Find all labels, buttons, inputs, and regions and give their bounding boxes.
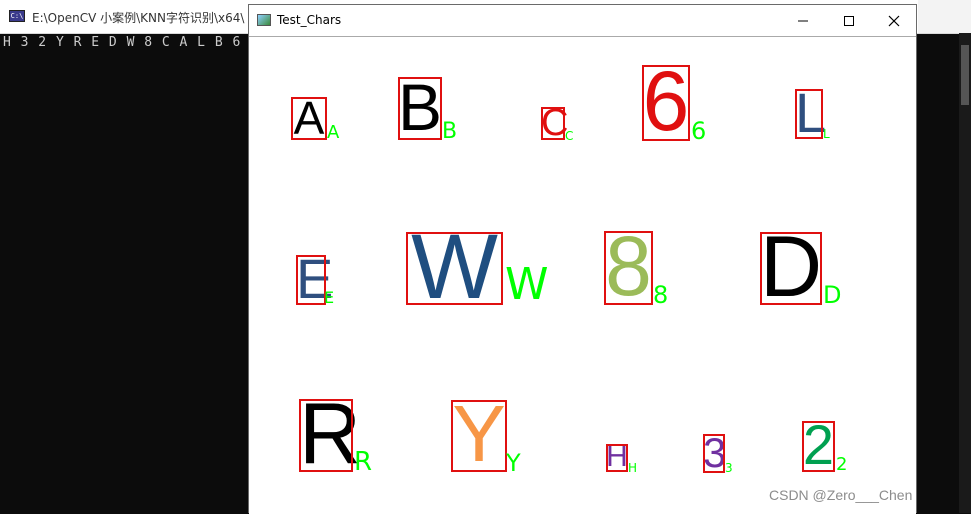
char-label-3: 3 <box>725 461 733 475</box>
scrollbar-thumb[interactable] <box>961 45 969 105</box>
background-window-strip <box>918 0 971 33</box>
maximize-button[interactable] <box>826 5 872 36</box>
char-box-C <box>541 107 565 140</box>
char-box-Y <box>451 400 507 472</box>
char-box-B <box>398 77 442 140</box>
char-box-A <box>291 97 327 140</box>
window-titlebar[interactable]: Test_Chars <box>249 5 916 37</box>
char-label-2: 2 <box>836 454 848 475</box>
char-label-B: B <box>442 119 458 144</box>
window-title: Test_Chars <box>277 13 342 27</box>
char-box-L <box>795 89 823 139</box>
char-box-W <box>406 232 503 305</box>
close-button[interactable] <box>871 5 917 36</box>
char-label-E: E <box>324 288 335 307</box>
char-box-3 <box>703 434 725 473</box>
char-label-L: L <box>823 127 830 141</box>
char-box-E <box>296 255 326 305</box>
char-label-W: W <box>505 259 549 310</box>
char-box-8 <box>604 231 653 305</box>
char-label-R: R <box>354 447 373 477</box>
console-app-icon: C:\ <box>9 10 25 22</box>
minimize-icon <box>798 20 808 21</box>
console-output: H 3 2 Y R E D W 8 C A L B 6 <box>3 35 242 50</box>
char-label-D: D <box>823 281 842 309</box>
char-label-8: 8 <box>653 281 669 309</box>
console-title: E:\OpenCV 小案例\KNN字符识别\x64\ <box>32 11 245 25</box>
char-label-H: H <box>628 461 638 475</box>
left-strip <box>0 200 4 513</box>
char-label-6: 6 <box>691 117 707 145</box>
char-label-C: C <box>565 129 574 143</box>
char-label-Y: Y <box>506 449 521 477</box>
char-box-H <box>606 444 628 472</box>
char-label-A: A <box>327 122 340 143</box>
char-box-6 <box>642 65 690 141</box>
char-box-D <box>760 232 822 305</box>
char-box-2 <box>802 421 835 472</box>
image-window-icon <box>257 14 271 26</box>
maximize-icon <box>844 15 854 26</box>
close-icon <box>888 15 900 26</box>
console-scrollbar[interactable] <box>959 33 971 513</box>
watermark: CSDN @Zero___Chen <box>769 487 913 503</box>
minimize-button[interactable] <box>780 5 826 36</box>
char-box-R <box>299 399 353 472</box>
